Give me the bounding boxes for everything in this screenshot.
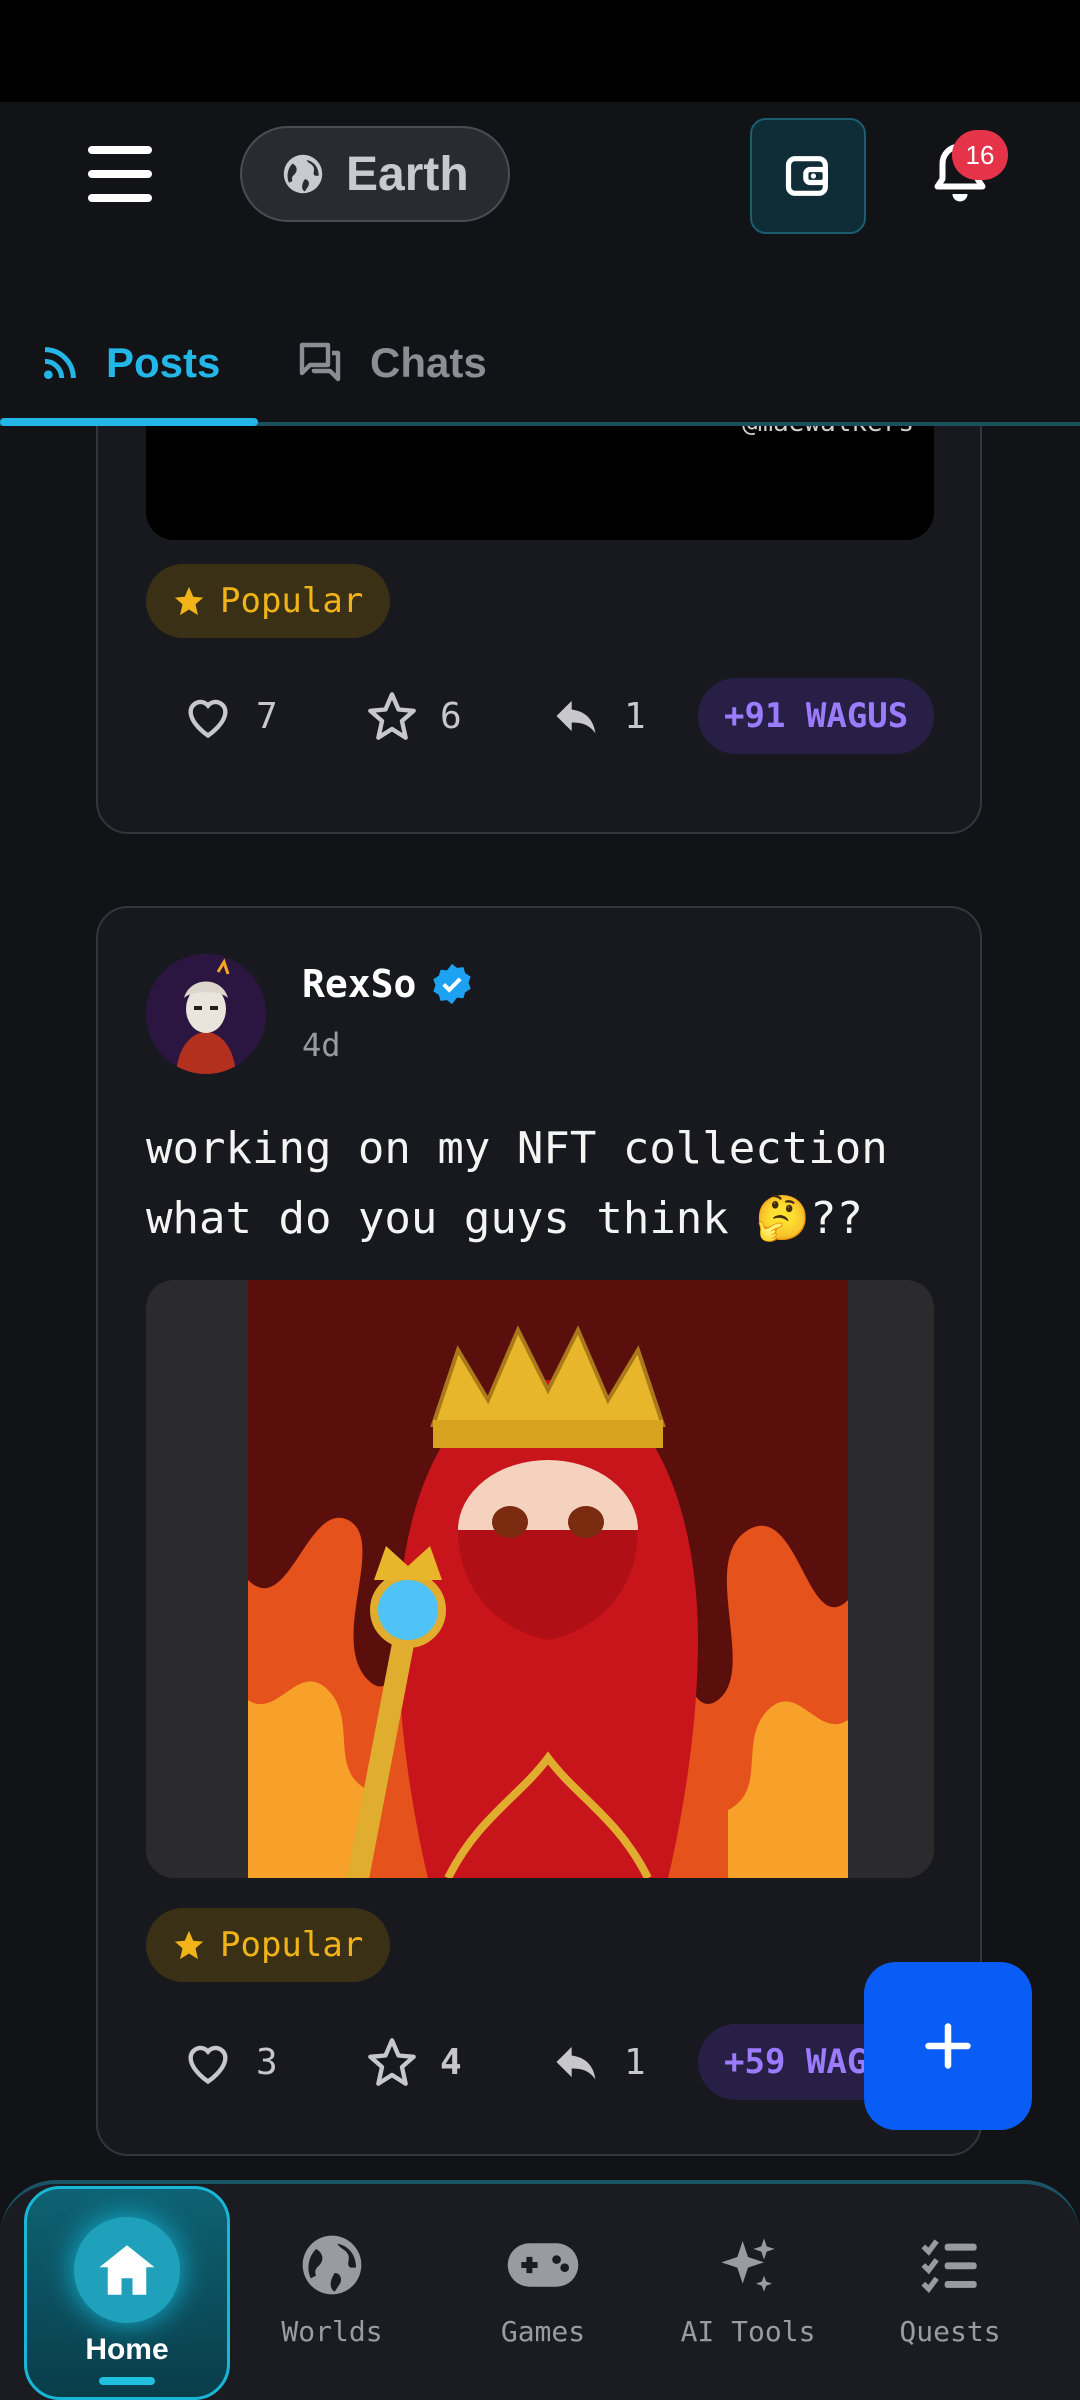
star-icon: [174, 1930, 204, 1960]
sparkles-icon: [721, 2237, 775, 2292]
star-count: 4: [440, 2041, 462, 2083]
post-image[interactable]: [146, 1280, 934, 1878]
tab-chats-label: Chats: [370, 339, 487, 386]
nav-games[interactable]: Games: [468, 2180, 618, 2400]
nav-quests[interactable]: Quests: [880, 2180, 1020, 2400]
popular-badge: Popular: [146, 564, 390, 638]
popular-label: Popular: [220, 1925, 364, 1965]
tab-posts-label: Posts: [106, 339, 221, 386]
reply-button[interactable]: 1: [550, 2024, 646, 2100]
chat-icon: [299, 342, 341, 382]
post-text: working on my NFT collection what do you…: [146, 1123, 888, 1244]
popular-label: Popular: [220, 581, 364, 621]
nav-ai-tools[interactable]: AI Tools: [668, 2180, 828, 2400]
popular-badge: Popular: [146, 1908, 390, 1982]
post-card: RexSo 4d working on my NFT collection wh…: [96, 906, 982, 2156]
star-button[interactable]: 6: [366, 678, 462, 754]
star-outline-icon: [368, 692, 416, 740]
notification-badge: 16: [952, 130, 1008, 180]
post-card: @maewalkers Popular 7 6 1 +91 WAGUS: [96, 426, 982, 834]
globe-icon: [302, 2235, 362, 2294]
tab-chats[interactable]: Chats: [296, 300, 487, 426]
nav-worlds[interactable]: Worlds: [260, 2180, 404, 2400]
home-icon: [74, 2217, 180, 2323]
active-tab-indicator: [0, 418, 258, 426]
world-selector[interactable]: Earth: [240, 126, 510, 222]
wallet-button[interactable]: [750, 118, 866, 234]
star-outline-icon: [368, 2038, 416, 2086]
star-icon: [174, 586, 204, 616]
reply-icon: [556, 2046, 596, 2080]
nav-games-label: Games: [500, 2314, 586, 2348]
post-media[interactable]: @maewalkers: [146, 426, 934, 540]
checklist-icon: [921, 2238, 977, 2293]
rss-icon: [44, 347, 76, 379]
like-count: 3: [256, 2041, 278, 2083]
heart-icon: [188, 2045, 228, 2085]
post-actions: 3 4 1 +59 WAGUS: [146, 2024, 935, 2100]
reply-button[interactable]: 1: [550, 678, 646, 754]
post-time: 4d: [302, 1026, 341, 1064]
nft-artwork: [248, 1280, 848, 1878]
globe-icon: [283, 154, 323, 194]
star-button[interactable]: 4: [366, 2024, 462, 2100]
verified-icon: [433, 963, 472, 1005]
nav-ai-tools-label: AI Tools: [680, 2314, 816, 2348]
like-count: 7: [256, 695, 278, 737]
reply-icon: [556, 700, 596, 734]
active-nav-indicator: [99, 2377, 155, 2385]
wallet-icon: [785, 156, 828, 196]
tab-posts[interactable]: Posts: [40, 300, 220, 426]
media-caption: @maewalkers: [742, 426, 914, 438]
world-label: Earth: [346, 147, 469, 201]
post-actions: 7 6 1 +91 WAGUS: [146, 678, 935, 754]
star-count: 6: [440, 695, 462, 737]
plus-icon: [925, 2023, 971, 2069]
post-author[interactable]: RexSo: [302, 962, 474, 1006]
heart-icon: [188, 699, 228, 739]
nav-home-label: Home: [85, 2333, 169, 2366]
nav-worlds-label: Worlds: [281, 2314, 383, 2348]
avatar[interactable]: [146, 954, 266, 1074]
status-bar: [0, 0, 1080, 102]
feed-tabs: Posts Chats: [0, 300, 1080, 426]
reply-count: 1: [624, 695, 646, 737]
nav-home[interactable]: Home: [24, 2186, 230, 2400]
nav-quests-label: Quests: [899, 2314, 1001, 2348]
top-bar: [0, 102, 1080, 242]
reply-count: 1: [624, 2041, 646, 2083]
reward-badge[interactable]: +91 WAGUS: [698, 678, 935, 754]
post-feed[interactable]: @maewalkers Popular 7 6 1 +91 WAGUS: [0, 426, 1080, 2180]
like-button[interactable]: 7: [182, 678, 278, 754]
menu-icon[interactable]: [88, 146, 152, 202]
author-name: RexSo: [302, 962, 417, 1006]
gamepad-icon: [507, 2242, 579, 2287]
create-post-button[interactable]: [864, 1962, 1032, 2130]
like-button[interactable]: 3: [182, 2024, 278, 2100]
